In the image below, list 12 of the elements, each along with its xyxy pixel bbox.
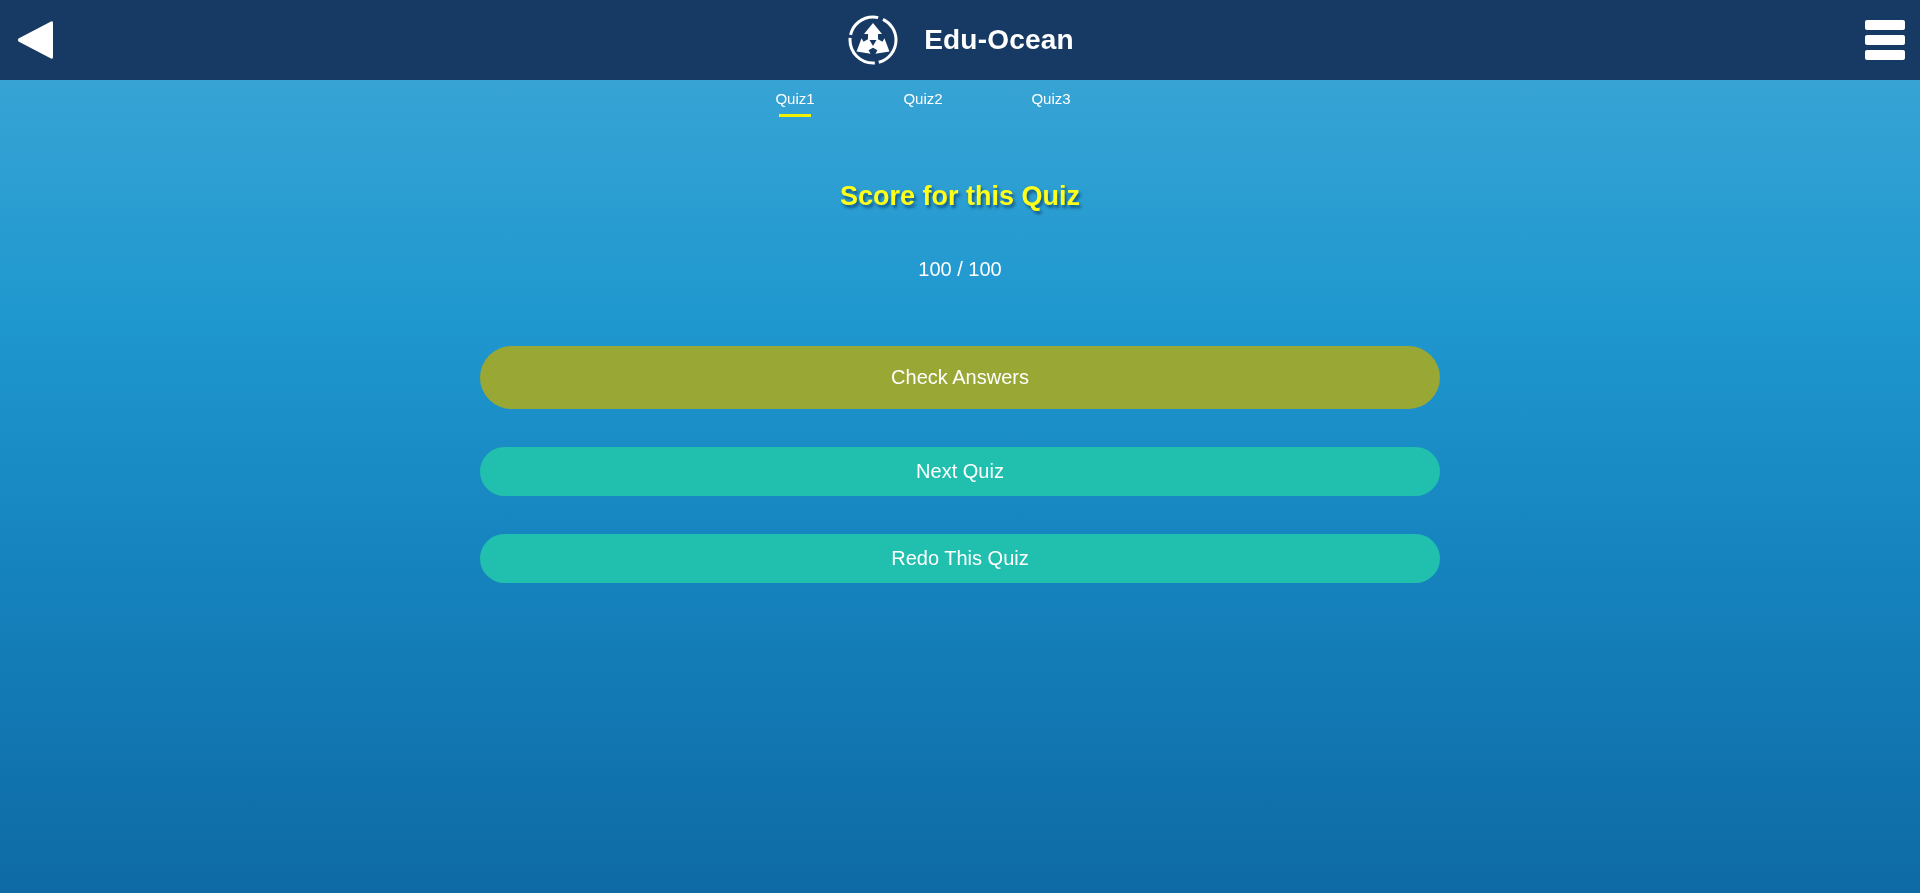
- quiz-action-button[interactable]: Next Quiz: [480, 447, 1440, 496]
- quiz-tab[interactable]: Quiz1: [775, 80, 815, 120]
- quiz-tab[interactable]: Quiz2: [903, 80, 943, 120]
- app-title: Edu-Ocean: [924, 24, 1074, 56]
- check-answers-button[interactable]: Check Answers: [480, 346, 1440, 409]
- score-value: 100 / 100: [918, 257, 1002, 281]
- quiz-action-button[interactable]: Redo This Quiz: [480, 534, 1440, 583]
- score-heading: Score for this Quiz: [839, 180, 1080, 213]
- back-icon[interactable]: [17, 20, 53, 60]
- menu-icon[interactable]: [1865, 20, 1905, 60]
- quiz-tab[interactable]: Quiz3: [1031, 80, 1071, 120]
- logo-icon: [848, 15, 899, 65]
